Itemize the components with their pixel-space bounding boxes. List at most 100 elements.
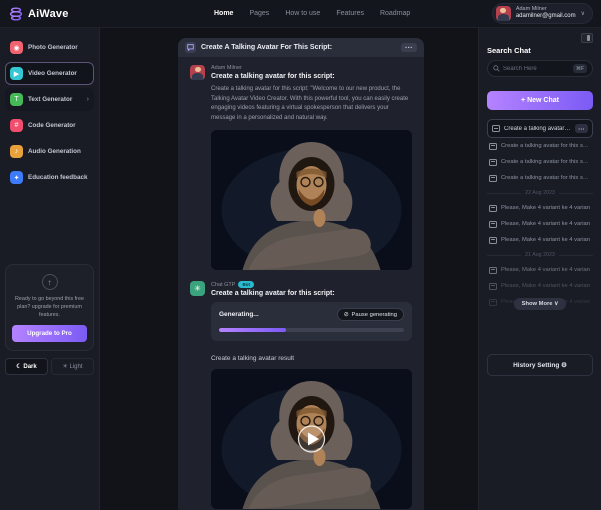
theme-toggle: ☾ Dark ☀ Light — [5, 358, 94, 375]
chevron-right-icon: › — [87, 96, 89, 103]
profile-menu[interactable]: Adam Milner adamilner@gmail.com ∨ — [492, 3, 593, 24]
brand-name: AiWave — [28, 8, 69, 20]
aiwave-logo-icon — [8, 6, 24, 22]
chat-history-item[interactable]: Please, Make 4 variant ke 4 varian — [487, 262, 593, 278]
sidebar-item-label: Photo Generator — [28, 44, 78, 51]
theme-dark-button[interactable]: ☾ Dark — [5, 358, 48, 375]
chat-history-item[interactable]: Create a talking avatar for this scrip — [487, 170, 593, 186]
chat-window-icon — [489, 237, 497, 244]
chat-window-icon — [489, 267, 497, 274]
bot-name: Chat GTP — [211, 282, 235, 288]
bot-avatar: ✳ — [190, 281, 205, 296]
sidebar-item-code-generator[interactable]: # Code Generator — [5, 114, 94, 137]
chat-window-icon — [492, 125, 500, 132]
theme-light-button[interactable]: ☀ Light — [51, 358, 94, 375]
show-more-button[interactable]: Show More ∨ — [514, 298, 567, 310]
user-message-body: Create a talking avatar for this script:… — [211, 85, 412, 123]
chat-history-list: Create a talking avatar for this scrip Cr… — [487, 138, 593, 310]
chevron-down-icon: ∨ — [581, 10, 585, 17]
generating-label: Generating... — [219, 311, 259, 318]
chat-history-item[interactable]: Please, Make 4 variant ke 4 varian — [487, 200, 593, 216]
chat-window-icon — [489, 283, 497, 290]
education-feedback-icon: ✦ — [10, 171, 23, 184]
chat-panel: Create A Talking Avatar For This Script:… — [178, 38, 424, 510]
chat-window-icon — [489, 205, 497, 212]
avatar — [496, 6, 511, 21]
chat-history-label: Create a talking avatar for this scrip — [501, 159, 591, 165]
sidebar-item-text-generator[interactable]: T Text Generator › — [5, 88, 94, 111]
upgrade-text: Ready to go beyond this free plan? upgra… — [12, 295, 87, 319]
chat-window-icon — [489, 175, 497, 182]
pause-label: Pause generating — [352, 312, 397, 318]
sidebar-item-video-generator[interactable]: ▶Video Generator — [5, 62, 94, 85]
sidebar-item-label: Text Generator — [28, 96, 72, 103]
chat-window-icon — [489, 221, 497, 228]
date-divider: 22 Aug 2023 — [487, 186, 593, 200]
brand-logo[interactable]: AiWave — [8, 6, 104, 22]
sun-icon: ☀ — [62, 364, 67, 370]
result-video-preview[interactable] — [211, 369, 412, 509]
moon-icon: ☾ — [16, 364, 21, 370]
collapse-panel-icon[interactable] — [581, 33, 593, 43]
text-generator-icon: T — [10, 93, 23, 106]
sidebar-item-label: Education feedback — [28, 174, 88, 181]
chat-history-item[interactable]: Create a talking avatar for this scrip — [487, 138, 593, 154]
chat-history-item[interactable]: Please, Make 4 variant ke 4 varian — [487, 216, 593, 232]
search-input[interactable] — [503, 66, 570, 72]
sidebar-item-audio-generation[interactable]: ♪ Audio Generation — [5, 140, 94, 163]
code-generator-icon: # — [10, 119, 23, 132]
chat-history-item[interactable]: Please, Make 4 variant ke 4 varian — [487, 278, 593, 294]
active-chat-menu-button[interactable]: ••• — [575, 124, 588, 133]
upgrade-to-pro-button[interactable]: Upgrade to Pro — [12, 325, 87, 342]
user-message-author: Adam Milner — [211, 65, 412, 71]
sidebar-item-education-feedback[interactable]: ✦ Education feedback — [5, 166, 94, 189]
bot-message: ✳ Chat GTP Bot Create a talking avatar f… — [190, 281, 412, 510]
active-chat-item[interactable]: Create a talking avatar for this scrip •… — [487, 119, 593, 138]
chat-menu-button[interactable]: ••• — [401, 43, 417, 52]
date-divider: 21 Aug 2023 — [487, 248, 593, 262]
left-sidebar: ◉ Photo Generator ▶Video Generator T Text Ge… — [0, 28, 100, 510]
chat-history-label: Create a talking avatar for this scrip — [501, 143, 591, 149]
search-icon — [493, 65, 500, 72]
photo-generator-icon: ◉ — [10, 41, 23, 54]
chat-history-item[interactable]: Create a talking avatar for this scrip — [487, 154, 593, 170]
search-shortcut-badge: ⌘F — [573, 64, 587, 73]
user-avatar — [190, 65, 205, 80]
topnav-home[interactable]: Home — [214, 10, 233, 17]
new-chat-button[interactable]: + New Chat — [487, 91, 593, 110]
bot-badge: Bot — [238, 281, 254, 288]
sidebar-item-label: Code Generator — [28, 122, 76, 129]
hooded-man-illustration — [211, 130, 412, 270]
result-label: Create a talking avatar result — [211, 355, 412, 362]
chat-history-label: Please, Make 4 variant ke 4 varian — [501, 283, 591, 289]
theme-dark-label: Dark — [23, 364, 36, 370]
topnav-how-to-use[interactable]: How to use — [285, 10, 320, 17]
chat-body: Adam Milner Create a talking avatar for … — [178, 57, 424, 510]
search-box: ⌘F — [487, 60, 593, 77]
chat-history-item[interactable]: Please, Make 4 variant ke 4 varian — [487, 232, 593, 248]
chat-bubble-icon — [185, 42, 196, 53]
sidebar-item-label: Audio Generation — [28, 148, 81, 155]
sidebar-item-photo-generator[interactable]: ◉ Photo Generator — [5, 36, 94, 59]
chat-title: Create A Talking Avatar For This Script: — [201, 44, 332, 51]
sidebar-item-label: Video Generator — [28, 70, 77, 77]
generating-progress-fill — [219, 328, 286, 332]
chat-history-label: Please, Make 4 variant ke 4 varian — [501, 205, 591, 211]
chat-window-icon — [489, 159, 497, 166]
upgrade-arrow-icon: ↑ — [42, 274, 58, 290]
chat-history-label: Please, Make 4 variant ke 4 varian — [501, 237, 591, 243]
history-setting-button[interactable]: History Setting ⚙ — [487, 354, 593, 376]
right-sidebar: Search Chat ⌘F + New Chat Create a talki… — [478, 28, 601, 510]
topnav-features[interactable]: Features — [336, 10, 364, 17]
profile-email: adamilner@gmail.com — [516, 13, 576, 21]
topnav-roadmap[interactable]: Roadmap — [380, 10, 410, 17]
hooded-man-illustration — [211, 369, 412, 509]
pause-generating-button[interactable]: ⊘ Pause generating — [337, 308, 404, 321]
generating-panel: Generating... ⊘ Pause generating — [211, 302, 412, 341]
bot-message-author: Chat GTP Bot — [211, 281, 412, 288]
audio-generation-icon: ♪ — [10, 145, 23, 158]
topnav-pages[interactable]: Pages — [249, 10, 269, 17]
user-message: Adam Milner Create a talking avatar for … — [190, 65, 412, 270]
theme-light-label: Light — [70, 364, 83, 370]
chat-history-label: Please, Make 4 variant ke 4 varian — [501, 267, 591, 273]
